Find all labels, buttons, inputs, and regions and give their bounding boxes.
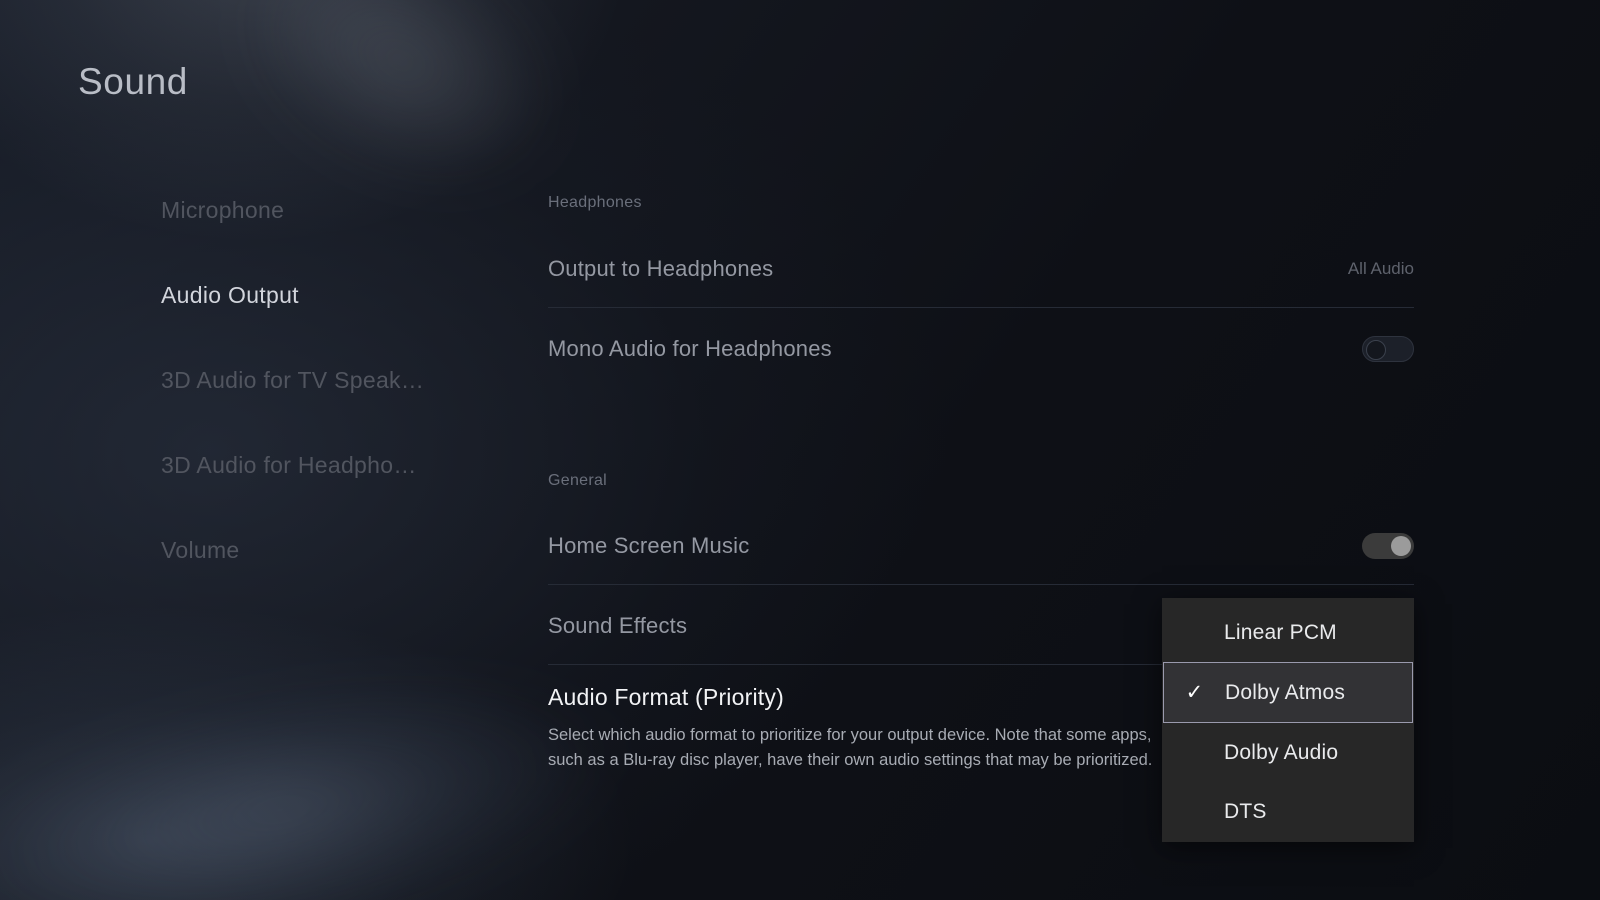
row-divider (548, 307, 1414, 308)
settings-sidebar: Microphone Audio Output 3D Audio for TV … (161, 168, 491, 593)
section-header-headphones: Headphones (548, 194, 642, 211)
audio-format-dropdown-menu[interactable]: Linear PCM ✓ Dolby Atmos Dolby Audio DTS (1162, 598, 1414, 842)
dropdown-option-label: Dolby Atmos (1225, 680, 1346, 704)
dropdown-option-dts[interactable]: DTS (1162, 782, 1414, 841)
toggle-knob (1391, 536, 1411, 556)
sidebar-item-label: 3D Audio for Headpho… (161, 452, 417, 478)
row-label: Home Screen Music (548, 533, 750, 558)
sidebar-item-audio-output[interactable]: Audio Output (161, 253, 491, 338)
sidebar-item-microphone[interactable]: Microphone (161, 168, 491, 253)
row-value-output-to-headphones: All Audio (1347, 259, 1414, 278)
sidebar-item-label: Audio Output (161, 282, 299, 308)
toggle-knob (1366, 340, 1386, 360)
section-header-general: General (548, 472, 608, 489)
row-divider (548, 584, 1414, 585)
page-title: Sound (78, 61, 188, 102)
sidebar-item-3d-audio-tv-speakers[interactable]: 3D Audio for TV Speak… (161, 338, 491, 423)
row-mono-audio-for-headphones[interactable]: Mono Audio for Headphones (548, 310, 1414, 388)
sidebar-item-label: Microphone (161, 197, 285, 223)
toggle-home-screen-music[interactable] (1362, 533, 1414, 559)
dropdown-option-label: DTS (1224, 799, 1267, 823)
sidebar-item-label: 3D Audio for TV Speak… (161, 367, 425, 393)
dropdown-option-label: Linear PCM (1224, 620, 1337, 644)
dropdown-option-label: Dolby Audio (1224, 740, 1339, 764)
check-icon: ✓ (1185, 681, 1204, 704)
setting-description: Select which audio format to prioritize … (548, 726, 1153, 769)
row-home-screen-music[interactable]: Home Screen Music (548, 507, 1414, 585)
sidebar-item-label: Volume (161, 537, 240, 563)
row-output-to-headphones[interactable]: Output to Headphones All Audio (548, 230, 1414, 308)
dropdown-option-linear-pcm[interactable]: Linear PCM (1162, 603, 1414, 662)
sidebar-item-volume[interactable]: Volume (161, 508, 491, 593)
toggle-mono-audio-for-headphones[interactable] (1362, 336, 1414, 362)
sidebar-item-3d-audio-headphones[interactable]: 3D Audio for Headpho… (161, 423, 491, 508)
dropdown-option-dolby-atmos[interactable]: ✓ Dolby Atmos (1163, 662, 1413, 723)
row-label: Output to Headphones (548, 256, 774, 281)
dropdown-option-dolby-audio[interactable]: Dolby Audio (1162, 723, 1414, 782)
row-label: Mono Audio for Headphones (548, 336, 832, 361)
row-label: Sound Effects (548, 613, 688, 638)
ps5-sound-settings-screen: Sound Microphone Audio Output 3D Audio f… (0, 0, 1600, 900)
